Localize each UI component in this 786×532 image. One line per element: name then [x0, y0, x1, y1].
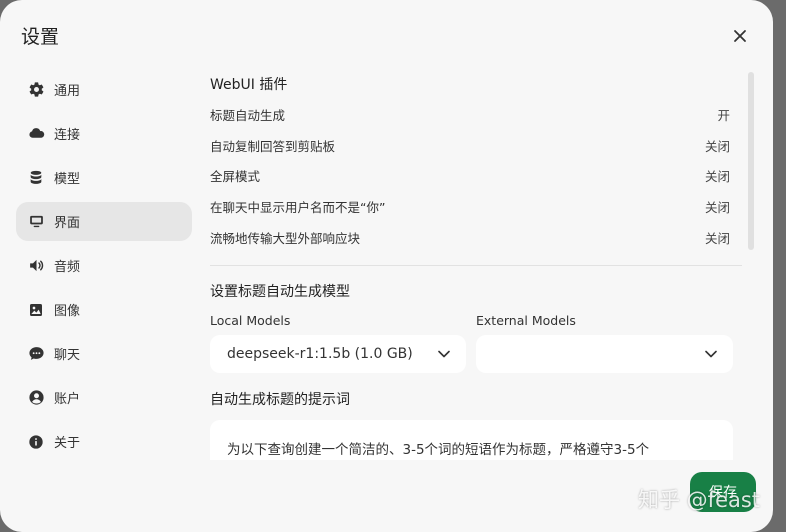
- setting-toggle[interactable]: 关闭: [705, 228, 730, 247]
- title-prompt-section-title: 自动生成标题的提示词: [210, 392, 350, 408]
- chevron-down-icon: [705, 350, 717, 358]
- monitor-icon: [27, 213, 45, 231]
- chat-icon: [27, 345, 45, 363]
- setting-label: 标题自动生成: [210, 108, 286, 123]
- setting-label: 自动复制回答到剪贴板: [210, 139, 336, 154]
- sidebar-item-label: 账户: [54, 392, 81, 407]
- settings-modal: 设置 通用 连接 模型 界面 音频 图像 聊天 账户 关于 WebUI 插件 标…: [0, 0, 773, 532]
- sidebar: 通用 连接 模型 界面 音频 图像 聊天 账户 关于: [16, 70, 192, 466]
- speaker-icon: [27, 257, 45, 275]
- modal-title: 设置: [21, 26, 60, 48]
- sidebar-item-label: 关于: [54, 436, 81, 451]
- gear-icon: [27, 81, 45, 99]
- setting-label: 在聊天中显示用户名而不是“你”: [210, 200, 386, 215]
- sidebar-item-interface[interactable]: 界面: [16, 202, 192, 241]
- sidebar-item-models[interactable]: 模型: [16, 158, 192, 197]
- sidebar-item-label: 图像: [54, 304, 81, 319]
- cloud-icon: [27, 125, 45, 143]
- local-model-select[interactable]: deepseek-r1:1.5b (1.0 GB): [210, 335, 466, 373]
- sidebar-item-audio[interactable]: 音频: [16, 246, 192, 285]
- image-icon: [27, 301, 45, 319]
- local-model-value: deepseek-r1:1.5b (1.0 GB): [227, 346, 413, 362]
- title-prompt-textarea[interactable]: 为以下查询创建一个简洁的、3-5个词的短语作为标题，严格遵守3-5个: [210, 420, 733, 460]
- chevron-down-icon: [438, 350, 450, 358]
- info-icon: [27, 433, 45, 451]
- sidebar-item-label: 连接: [54, 128, 81, 143]
- user-icon: [27, 389, 45, 407]
- external-models-label: External Models: [476, 313, 576, 328]
- sidebar-item-images[interactable]: 图像: [16, 290, 192, 329]
- setting-label: 全屏模式: [210, 169, 261, 184]
- sidebar-item-general[interactable]: 通用: [16, 70, 192, 109]
- setting-row-auto-title: 标题自动生成 开: [210, 105, 730, 124]
- sidebar-item-account[interactable]: 账户: [16, 378, 192, 417]
- external-model-select[interactable]: [476, 335, 733, 373]
- setting-label: 流畅地传输大型外部响应块: [210, 231, 361, 246]
- setting-toggle[interactable]: 开: [717, 105, 730, 124]
- setting-row-show-username: 在聊天中显示用户名而不是“你” 关闭: [210, 197, 730, 216]
- sidebar-item-label: 聊天: [54, 348, 81, 363]
- watermark: 知乎 @feast: [638, 488, 761, 512]
- sidebar-item-connections[interactable]: 连接: [16, 114, 192, 153]
- setting-row-fullscreen: 全屏模式 关闭: [210, 166, 730, 185]
- database-icon: [27, 169, 45, 187]
- sidebar-item-label: 界面: [54, 216, 81, 231]
- title-model-section-title: 设置标题自动生成模型: [210, 284, 350, 300]
- setting-toggle[interactable]: 关闭: [705, 197, 730, 216]
- setting-row-auto-copy: 自动复制回答到剪贴板 关闭: [210, 136, 730, 155]
- section-divider: [210, 265, 742, 266]
- setting-row-stream-chunks: 流畅地传输大型外部响应块 关闭: [210, 228, 730, 247]
- sidebar-item-label: 音频: [54, 260, 81, 275]
- content-scrollbar[interactable]: [748, 72, 754, 250]
- setting-toggle[interactable]: 关闭: [705, 136, 730, 155]
- sidebar-item-about[interactable]: 关于: [16, 422, 192, 461]
- close-button[interactable]: [728, 24, 752, 48]
- setting-toggle[interactable]: 关闭: [705, 166, 730, 185]
- title-prompt-text: 为以下查询创建一个简洁的、3-5个词的短语作为标题，严格遵守3-5个: [227, 442, 650, 458]
- sidebar-item-label: 模型: [54, 172, 81, 187]
- close-icon: [734, 30, 746, 42]
- webui-section-title: WebUI 插件: [210, 77, 288, 93]
- sidebar-item-chats[interactable]: 聊天: [16, 334, 192, 373]
- local-models-label: Local Models: [210, 313, 291, 328]
- sidebar-item-label: 通用: [54, 84, 81, 99]
